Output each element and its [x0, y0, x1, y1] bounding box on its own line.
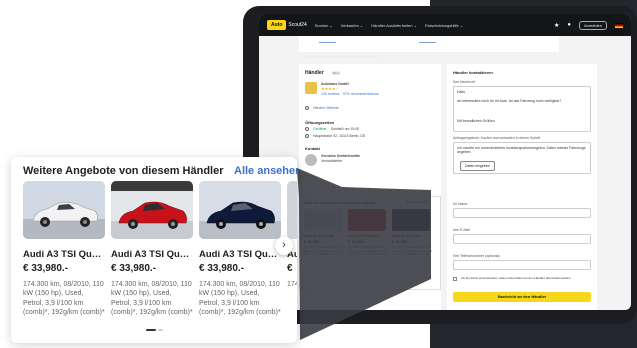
car-image — [23, 181, 105, 239]
chevron-right-icon: › — [282, 239, 286, 251]
car-card[interactable]: Audi A3 TSI Quatt... € 33,980.- 174.300 … — [23, 181, 105, 318]
car-image — [199, 181, 281, 239]
car-card[interactable]: Audi A3 TSI Quatt... € 33,980.- 174.300 … — [111, 181, 193, 318]
car-price: € — [287, 263, 293, 274]
car-card[interactable]: Au € 174. kW ( Petr (cor — [287, 181, 297, 289]
car-price: € 33,980.- — [111, 263, 157, 274]
car-card[interactable]: Audi A3 TSI Quat... € 33,980.- 174.300 k… — [199, 181, 281, 318]
car-title: Audi A3 TSI Quatt... — [23, 249, 105, 260]
car-image — [111, 181, 193, 239]
car-price: € 33,980.- — [23, 263, 69, 274]
carousel-pager — [146, 329, 163, 331]
car-description: 174. kW ( Petr (cor — [287, 281, 297, 288]
car-image — [287, 181, 297, 239]
car-price: € 33,980.- — [199, 263, 245, 274]
dealer-offers-card: Weitere Angebote von diesem Händler Alle… — [11, 157, 297, 343]
see-all-link[interactable]: Alle ansehen — [234, 165, 297, 177]
car-title: Audi A3 TSI Quatt... — [111, 249, 193, 260]
car-description: 174.300 km, 08/2010, 110 kW (150 hp), Us… — [23, 281, 105, 317]
pager-dot-active[interactable] — [146, 329, 156, 331]
car-title: Audi A3 TSI Quat... — [199, 249, 281, 260]
car-description: 174.300 km, 08/2010, 110 kW (150 hp), Us… — [199, 281, 281, 317]
car-description: 174.300 km, 08/2010, 110 kW (150 hp), Us… — [111, 281, 193, 317]
pager-dot[interactable] — [158, 329, 163, 331]
next-arrow-button[interactable]: › — [275, 237, 293, 255]
offers-title: Weitere Angebote von diesem Händler — [23, 165, 224, 177]
